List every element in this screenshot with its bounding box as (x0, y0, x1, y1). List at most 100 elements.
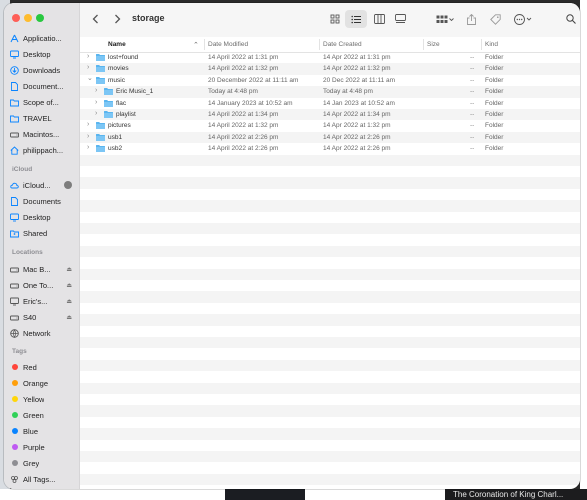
sidebar-item-desktop[interactable]: Desktop (10, 210, 76, 224)
sidebar-tag-blue[interactable]: Blue (10, 424, 76, 438)
chevron-right-icon[interactable]: › (87, 133, 89, 140)
eject-icon[interactable]: ⏏ (66, 298, 72, 305)
file-size: -- (470, 111, 475, 118)
applications-icon (10, 34, 19, 43)
sidebar-item-philippach[interactable]: philippach... (10, 143, 76, 157)
empty-row (80, 303, 580, 314)
sidebar-item-one-to[interactable]: One To... ⏏ (10, 278, 76, 292)
column-header-date-modified[interactable]: Date Modified (208, 41, 248, 48)
sidebar-tag-grey[interactable]: Grey (10, 456, 76, 470)
file-row[interactable]: › usb1 14 April 2022 at 2:26 pm 14 Apr 2022… (80, 131, 580, 144)
chevron-right-icon[interactable]: › (87, 64, 89, 71)
eject-icon[interactable]: ⏏ (66, 266, 72, 273)
sidebar-item-label: iCloud... (23, 180, 51, 190)
chevron-right-icon[interactable]: › (87, 53, 89, 60)
empty-row (80, 291, 580, 303)
eject-icon[interactable]: ⏏ (66, 314, 72, 321)
list-view-button[interactable] (349, 12, 363, 26)
file-date-created: 14 Apr 2022 at 1:32 pm (323, 122, 391, 130)
sidebar-item-documents[interactable]: Documents (10, 194, 76, 208)
close-button[interactable] (12, 14, 20, 22)
tag-button[interactable] (488, 12, 502, 26)
file-kind: Folder (485, 76, 504, 84)
sidebar-item-desktop[interactable]: Desktop (10, 47, 76, 61)
column-header-name[interactable]: Name (108, 41, 126, 48)
chevron-down-icon[interactable]: ⌄ (87, 74, 93, 82)
sidebar-item-label: Applicatio... (23, 33, 62, 43)
chevron-right-icon[interactable]: › (95, 87, 97, 94)
folder-icon (96, 133, 105, 141)
file-row[interactable]: › flac 14 January 2023 at 10:52 am 14 Jan 2… (80, 98, 580, 109)
group-by-button[interactable] (435, 12, 455, 26)
sidebar-item-scope-of[interactable]: Scope of... (10, 95, 76, 109)
sidebar-tag-all-tags[interactable]: All Tags... (10, 472, 76, 486)
folder-icon (96, 65, 105, 73)
file-row[interactable]: › movies 14 April 2022 at 1:32 pm 14 Apr 20… (80, 63, 580, 75)
column-header-size[interactable]: Size (427, 41, 440, 48)
folder-icon (104, 88, 113, 96)
list-icon (351, 15, 361, 23)
sidebar-item-s40[interactable]: S40 ⏏ (10, 310, 76, 324)
zoom-button[interactable] (36, 14, 44, 22)
folder-icon (10, 98, 19, 107)
empty-row (80, 200, 580, 212)
forward-button[interactable] (110, 12, 124, 26)
grid-icon (330, 14, 340, 24)
sidebar-item-downloads[interactable]: Downloads (10, 63, 76, 77)
empty-row (80, 257, 580, 268)
sidebar-item-icloud[interactable]: iCloud... (10, 178, 76, 192)
gallery-icon (394, 14, 406, 23)
file-size: -- (470, 54, 475, 61)
back-button[interactable] (88, 12, 102, 26)
minimize-button[interactable] (24, 14, 32, 22)
file-row[interactable]: › lost+found 14 April 2022 at 1:31 pm 14 Ap… (80, 52, 580, 63)
chevron-right-icon[interactable]: › (87, 121, 89, 128)
sort-chevron-icon[interactable]: ⌃ (193, 41, 199, 49)
sidebar-item-eric-s[interactable]: Eric's... ⏏ (10, 294, 76, 308)
icon-view-button[interactable] (328, 12, 342, 26)
file-name: music (108, 76, 125, 84)
sidebar-item-mac-b[interactable]: Mac B... ⏏ (10, 262, 76, 276)
sidebar-tag-label: Yellow (23, 394, 45, 404)
sidebar-item-applicatio[interactable]: Applicatio... (10, 31, 76, 45)
gallery-view-button[interactable] (393, 12, 407, 26)
file-row[interactable]: › pictures 14 April 2022 at 1:32 pm 14 Apr … (80, 120, 580, 131)
sidebar-item-macintos[interactable]: Macintos... (10, 127, 76, 141)
sidebar-item-travel[interactable]: TRAVEL (10, 111, 76, 125)
sidebar-tag-purple[interactable]: Purple (10, 440, 76, 454)
sidebar-item-shared[interactable]: Shared (10, 226, 76, 240)
file-row[interactable]: › playlist 14 April 2022 at 1:34 pm 14 Apr … (80, 109, 580, 121)
chevron-right-icon[interactable]: › (87, 144, 89, 151)
file-row[interactable]: › Eric Music_1 Today at 4:48 pm Today at 4:… (80, 86, 580, 98)
empty-row (80, 428, 580, 440)
sidebar-item-document[interactable]: Document... (10, 79, 76, 93)
empty-row (80, 417, 580, 428)
folder-icon (104, 99, 113, 107)
eject-icon[interactable]: ⏏ (66, 282, 72, 289)
sidebar-item-label: TRAVEL (23, 113, 52, 123)
file-date-modified: 20 December 2022 at 11:11 am (208, 76, 299, 84)
chevron-right-icon[interactable]: › (95, 110, 97, 117)
empty-row (80, 280, 580, 291)
sidebar-tag-green[interactable]: Green (10, 408, 76, 422)
file-row[interactable]: ⌄ music 20 December 2022 at 11:11 am 20 Dec… (80, 75, 580, 86)
sidebar-item-label: Eric's... (23, 296, 48, 306)
column-header-date-created[interactable]: Date Created (323, 41, 362, 48)
column-header-kind[interactable]: Kind (485, 41, 498, 48)
sidebar-item-label: philippach... (23, 145, 64, 155)
sidebar-item-network[interactable]: Network (10, 326, 76, 340)
sidebar-item-label: Shared (23, 228, 48, 238)
tag-color-dot-icon (12, 412, 18, 418)
search-icon (566, 14, 576, 24)
share-button[interactable] (464, 12, 478, 26)
sidebar-tag-orange[interactable]: Orange (10, 376, 76, 390)
column-view-button[interactable] (372, 12, 386, 26)
action-button[interactable] (512, 12, 534, 26)
search-button[interactable] (564, 12, 578, 26)
file-date-modified: 14 April 2022 at 2:26 pm (208, 145, 279, 153)
icloud-icon (10, 181, 19, 190)
file-row[interactable]: › usb2 14 April 2022 at 2:26 pm 14 Apr 2022… (80, 143, 580, 154)
sidebar-tag-yellow[interactable]: Yellow (10, 392, 76, 406)
sidebar-tag-red[interactable]: Red (10, 360, 76, 374)
chevron-right-icon[interactable]: › (95, 99, 97, 106)
